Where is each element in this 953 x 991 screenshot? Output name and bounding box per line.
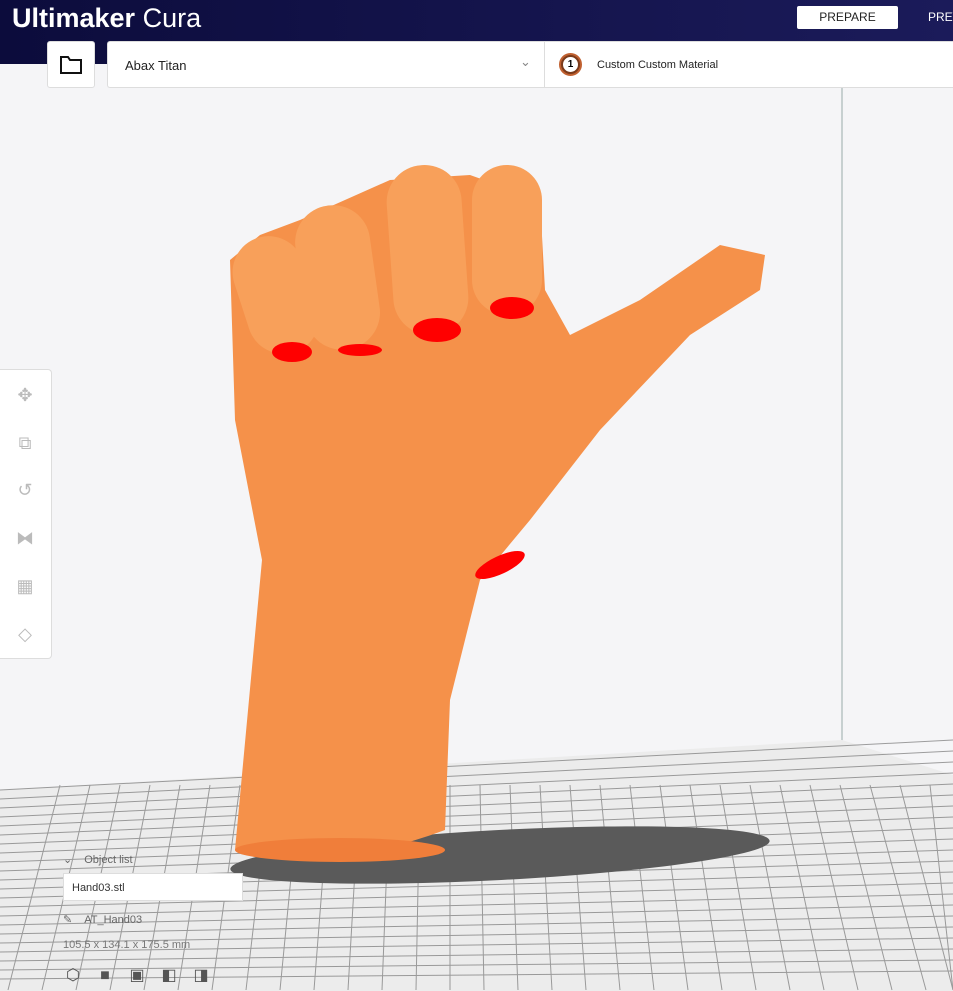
extruder-icon: 1: [559, 53, 582, 76]
view-right-icon[interactable]: ◨: [191, 966, 211, 986]
view-3d-icon[interactable]: ⬡: [63, 966, 83, 986]
tool-panel: ✥ ⧉ ↺ ⧓ ▦ ◇: [0, 369, 52, 659]
object-dimensions: 105.5 x 134.1 x 175.5 mm: [63, 939, 191, 951]
object-list-toggle[interactable]: ⌄ Object list: [63, 852, 133, 868]
material-selector[interactable]: Custom Custom Material: [597, 59, 718, 71]
chevron-down-icon: ⌄: [63, 854, 73, 866]
pencil-icon: ✎: [63, 914, 73, 926]
view-top-icon[interactable]: ▣: [127, 966, 147, 986]
printer-bar: Abax Titan ⌄ 1 Custom Custom Material: [107, 41, 953, 88]
tab-preview[interactable]: PREV: [928, 6, 953, 29]
chevron-down-icon[interactable]: ⌄: [520, 54, 531, 70]
view-left-icon[interactable]: ◧: [159, 966, 179, 986]
divider: [544, 42, 545, 87]
support-blocker-icon[interactable]: ◇: [13, 622, 37, 646]
open-file-button[interactable]: [47, 41, 95, 88]
mirror-icon[interactable]: ⧓: [13, 526, 37, 550]
build-volume-viewport[interactable]: [0, 0, 953, 991]
scale-icon[interactable]: ⧉: [13, 431, 37, 455]
rotate-icon[interactable]: ↺: [13, 478, 37, 502]
view-front-icon[interactable]: ■: [95, 966, 115, 986]
object-list-item[interactable]: Hand03.stl: [63, 873, 243, 901]
tab-prepare[interactable]: PREPARE: [797, 6, 898, 29]
object-name[interactable]: ✎ AT_Hand03: [63, 913, 142, 927]
printer-selector[interactable]: Abax Titan: [125, 58, 186, 73]
per-model-settings-icon[interactable]: ▦: [13, 574, 37, 598]
move-icon[interactable]: ✥: [13, 383, 37, 407]
folder-icon: [60, 55, 82, 74]
app-logo: Ultimaker Cura: [12, 3, 202, 33]
object-list-panel: ⌄ Object list Hand03.stl ✎ AT_Hand03 105.5…: [63, 852, 253, 987]
